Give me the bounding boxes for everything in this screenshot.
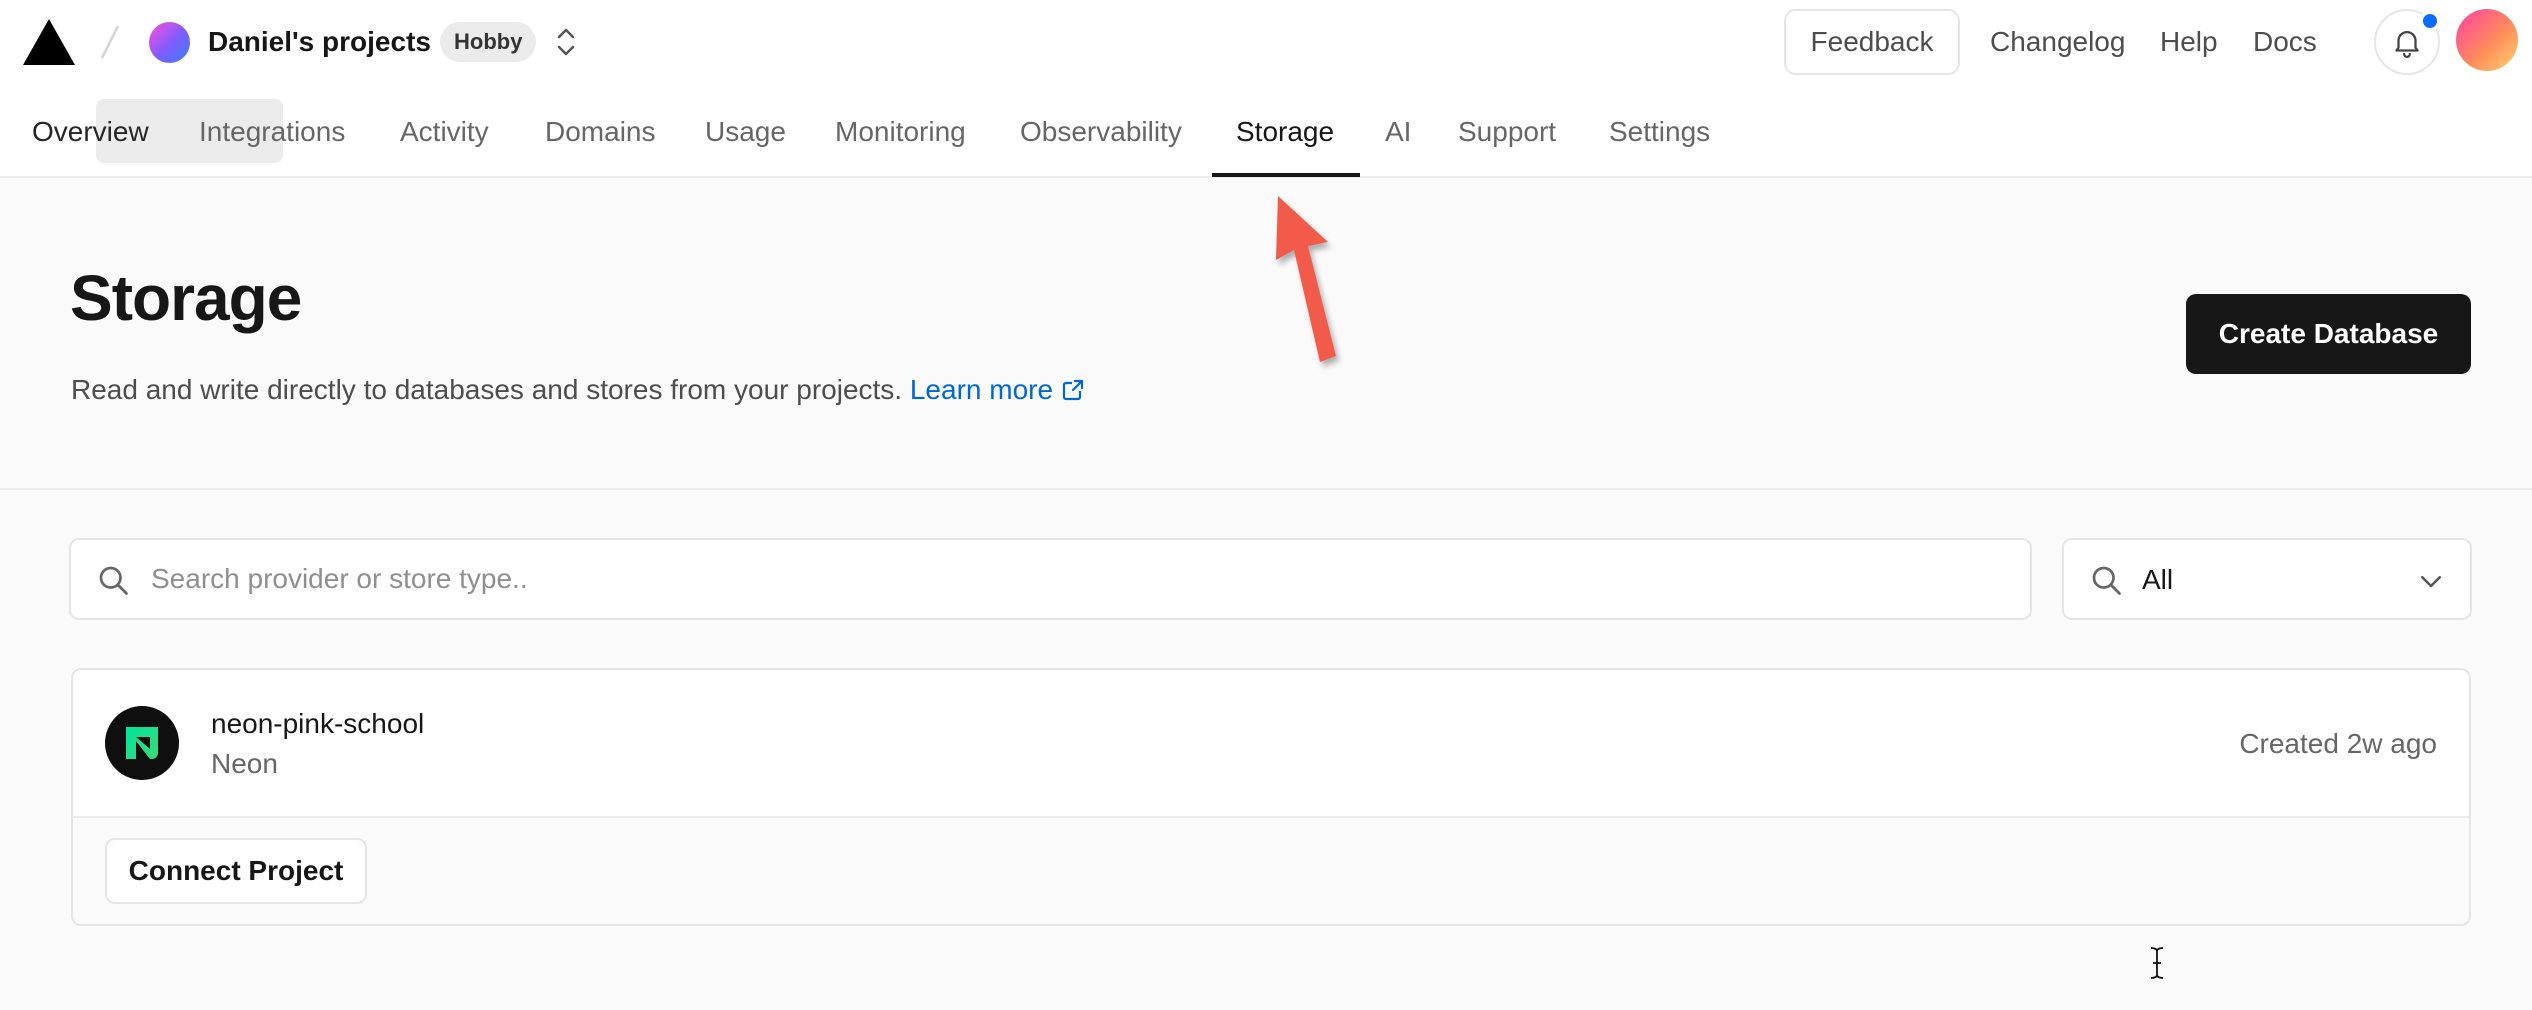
chevron-down-icon [2421,576,2441,588]
tab-activity[interactable]: Activity [400,113,489,151]
team-avatar[interactable] [149,22,190,63]
store-row[interactable]: neon-pink-school Neon Created 2w ago [73,670,2469,816]
learn-more-link[interactable]: Learn more [910,374,1085,405]
store-name[interactable]: neon-pink-school [211,706,424,742]
changelog-link[interactable]: Changelog [1990,24,2125,60]
tab-storage[interactable]: Storage [1236,113,1334,151]
neon-logo-icon [105,706,179,780]
tab-observability[interactable]: Observability [1020,113,1182,151]
store-created-date: Created 2w ago [2239,728,2437,759]
store-provider: Neon [211,748,278,779]
tab-support[interactable]: Support [1458,113,1556,151]
page-title: Storage [70,262,302,334]
search-input[interactable] [151,554,2011,604]
tab-ai[interactable]: AI [1385,113,1411,151]
tab-settings[interactable]: Settings [1609,113,1710,151]
chevron-up-down-icon[interactable] [553,22,579,62]
tab-monitoring[interactable]: Monitoring [835,113,966,151]
create-database-button[interactable]: Create Database [2186,294,2471,374]
tab-overview[interactable]: Overview [32,113,149,151]
external-link-icon [1062,379,1084,401]
store-card-footer: Connect Project [73,816,2469,924]
annotation-arrow-icon [1276,196,1336,362]
team-name[interactable]: Daniel's projects [208,24,431,60]
tab-integrations[interactable]: Integrations [199,113,345,151]
filter-selected-value: All [2142,564,2174,595]
search-box[interactable] [69,538,2032,620]
top-header: Daniel's projects Hobby Feedback Changel… [0,0,2532,178]
description-text: Read and write directly to databases and… [71,374,903,405]
tab-usage[interactable]: Usage [705,113,786,151]
page-description: Read and write directly to databases and… [71,372,1085,408]
plan-badge: Hobby [440,22,537,62]
help-link[interactable]: Help [2160,24,2218,60]
search-icon [2092,566,2121,595]
user-avatar[interactable] [2456,9,2518,71]
active-tab-indicator [1212,173,1360,177]
docs-link[interactable]: Docs [2253,24,2317,60]
vercel-triangle-icon[interactable] [23,19,75,65]
connect-project-button[interactable]: Connect Project [105,838,367,904]
learn-more-label: Learn more [909,374,1054,405]
search-icon [99,566,128,595]
store-type-filter[interactable]: All [2062,538,2472,620]
text-cursor-icon [2150,947,2164,979]
section-divider [0,488,2532,490]
feedback-button[interactable]: Feedback [1784,9,1960,75]
breadcrumb-separator [100,25,120,59]
tab-domains[interactable]: Domains [545,113,655,151]
notification-dot [2420,11,2440,31]
store-card: neon-pink-school Neon Created 2w ago Con… [71,668,2471,926]
bell-icon [2395,31,2419,58]
